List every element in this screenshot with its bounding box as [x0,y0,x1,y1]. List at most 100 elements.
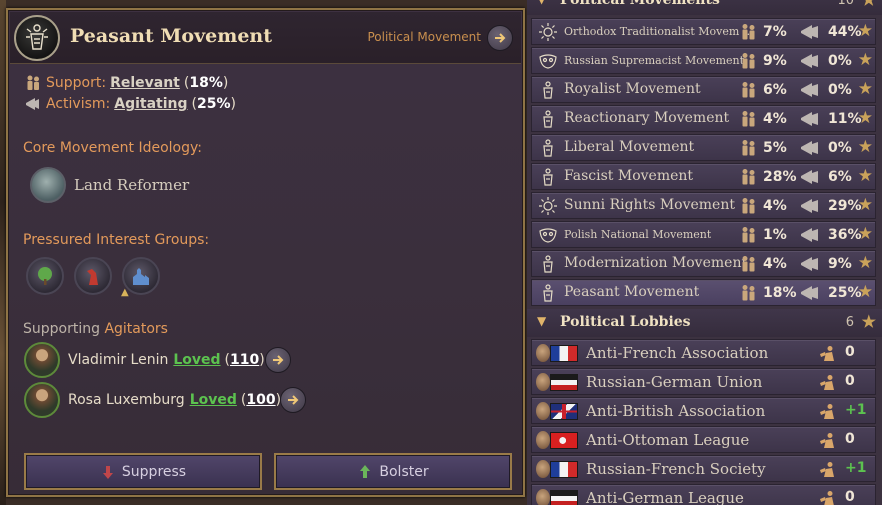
bolster-button[interactable]: Bolster [274,453,512,490]
agitator-row[interactable]: Rosa Luxemburg Loved (100) [24,382,281,418]
page-title: Peasant Movement [70,25,273,47]
movement-support: 9% [763,53,787,69]
lobby-name: Anti-German League [586,489,744,505]
lantern-icon [538,109,558,129]
agitator-name: Vladimir Lenin [68,352,169,368]
movement-row[interactable]: Peasant Movement 18% 25% ★ [531,279,876,306]
megaphone-icon [799,284,821,306]
lobby-name: Russian-German Union [586,373,763,391]
movement-panel: Peasant Movement Political Movement Supp… [6,8,525,497]
movements-count: 10 [837,0,854,8]
agitator-status[interactable]: Loved [173,352,220,368]
activism-value: (25%) [191,96,236,112]
activism-level-link[interactable]: Agitating [114,96,187,112]
agitator-row[interactable]: Vladimir Lenin Loved (110) [24,342,265,378]
agitator-goto-button[interactable] [265,347,291,373]
movement-name: Russian Supremacist Movement [564,54,745,67]
movement-row[interactable]: Fascist Movement 28% 6% ★ [531,163,876,190]
movement-activism: 0% [828,140,852,156]
lobby-row[interactable]: Anti-Ottoman League 0 [531,426,876,453]
megaphone-icon [799,23,821,45]
lantern-icon [14,15,60,61]
flag-icon [550,403,578,420]
movement-row[interactable]: Modernization Movement 4% 9% ★ [531,250,876,277]
movement-row[interactable]: Polish National Movement 1% 36% ★ [531,221,876,248]
tree-icon[interactable] [26,257,64,295]
mask-icon [538,225,558,245]
movement-name: Polish National Movement [564,228,712,241]
lobby-row[interactable]: Anti-French Association 0 [531,339,876,366]
star-icon[interactable]: ★ [858,224,873,244]
star-icon[interactable]: ★ [858,50,873,70]
star-icon[interactable]: ★ [862,0,876,9]
movement-support: 4% [763,198,787,214]
movement-row[interactable]: Liberal Movement 5% 0% ★ [531,134,876,161]
panel-header: Peasant Movement Political Movement [10,12,521,64]
agitator-name: Rosa Luxemburg [68,392,185,408]
lobby-row[interactable]: Russian-German Union 0 [531,368,876,395]
movements-group-title: Political Movements [560,0,720,8]
star-icon[interactable]: ★ [858,21,873,41]
movement-row[interactable]: Orthodox Traditionalist Movem … 7% 44% ★ [531,18,876,45]
avatar[interactable] [24,382,60,418]
star-icon[interactable]: ★ [858,282,873,302]
movement-activism: 29% [828,198,862,214]
land-reformer-icon[interactable] [30,167,66,203]
movement-row[interactable]: Sunni Rights Movement 4% 29% ★ [531,192,876,219]
movement-name: Royalist Movement [564,81,701,97]
movement-support: 6% [763,82,787,98]
agitator-value: (110) [224,352,265,368]
lobby-name: Anti-Ottoman League [586,431,750,449]
agitator-status[interactable]: Loved [190,392,237,408]
agitator-goto-button[interactable] [280,387,306,413]
ideology-label: Land Reformer [74,176,190,194]
chevron-down-icon: ▼ [537,314,547,328]
lobbies-group-header[interactable]: ▼ Political Lobbies 6 ★ [527,309,882,337]
support-icon [739,197,759,219]
star-icon[interactable]: ★ [858,195,873,215]
lobby-value: 0 [845,489,855,505]
lobby-row[interactable]: Anti-German League 0 [531,484,876,505]
lobby-icon [818,490,838,505]
support-label: Support: [46,75,107,91]
sun-icon [538,196,558,216]
lobby-value: +1 [845,402,867,418]
lantern-icon [538,167,558,187]
suppress-label: Suppress [121,463,187,480]
lobby-value: 0 [845,431,855,447]
lobby-name: Russian-French Society [586,460,766,478]
megaphone-icon [799,168,821,190]
lobby-row[interactable]: Russian-French Society +1 [531,455,876,482]
megaphone-icon [799,197,821,219]
support-icon [739,81,759,103]
movement-support: 5% [763,140,787,156]
red-figure-icon[interactable] [74,257,112,295]
arrow-right-icon [273,355,284,365]
star-icon[interactable]: ★ [858,108,873,128]
star-icon[interactable]: ★ [858,166,873,186]
movement-row[interactable]: Russian Supremacist Movement 9% 0% ★ [531,47,876,74]
open-movements-button[interactable] [487,25,513,51]
star-icon[interactable]: ★ [858,79,873,99]
star-icon[interactable]: ★ [862,312,876,331]
star-icon[interactable]: ★ [858,253,873,273]
star-icon[interactable]: ★ [858,137,873,157]
movement-type-link[interactable]: Political Movement [367,30,481,44]
activism-line: Activism: Agitating (25%) [24,95,236,113]
avatar[interactable] [24,342,60,378]
support-icon [739,139,759,161]
suppress-button[interactable]: Suppress [24,453,262,490]
support-level-link[interactable]: Relevant [110,75,180,91]
church-icon[interactable]: ▲ [121,257,160,298]
arrow-right-icon [288,395,299,405]
movement-row[interactable]: Royalist Movement 6% 0% ★ [531,76,876,103]
movement-row[interactable]: Reactionary Movement 4% 11% ★ [531,105,876,132]
movement-activism: 0% [828,53,852,69]
lobby-emblem-icon [536,373,550,391]
core-ideology-heading: Core Movement Ideology: [23,140,202,156]
lobby-emblem-icon [536,402,550,420]
lobby-row[interactable]: Anti-British Association +1 [531,397,876,424]
support-icon [739,226,759,248]
movements-group-header[interactable]: ▼ Political Movements 10 ★ [527,0,882,15]
megaphone-icon [799,255,821,277]
